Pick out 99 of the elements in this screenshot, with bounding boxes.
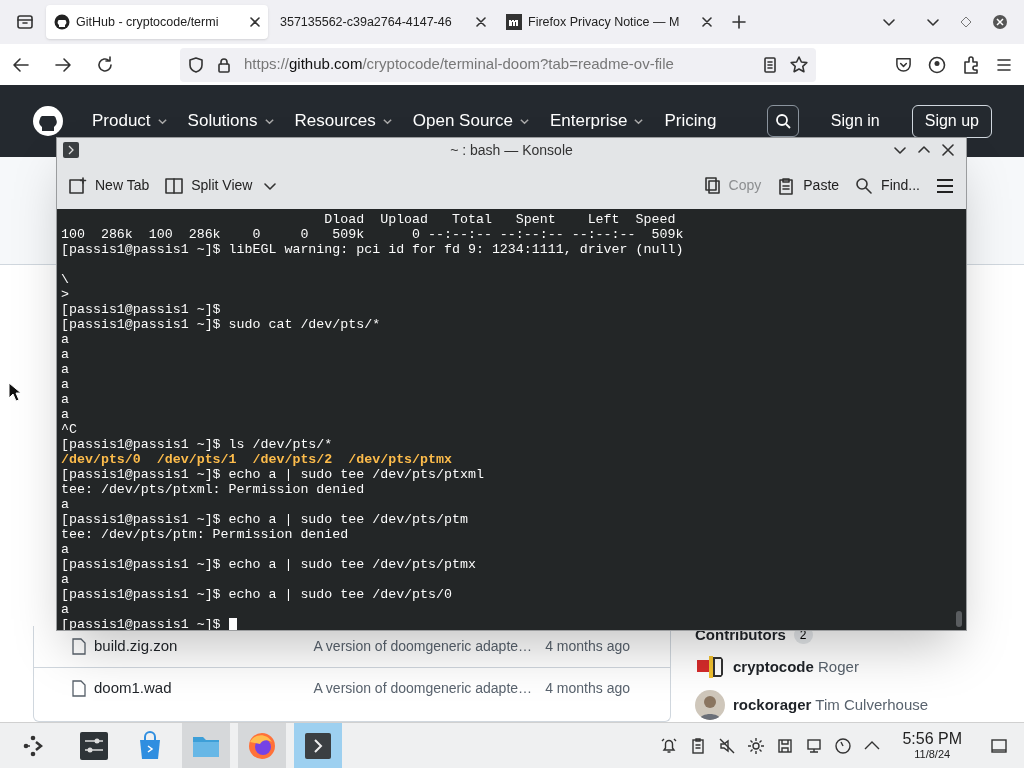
terminal-app-icon: [63, 142, 79, 158]
terminal-line: [passis1@passis1 ~]$ sudo cat /dev/pts/*: [61, 317, 382, 332]
address-bar[interactable]: https://github.com/cryptocode/terminal-doom?tab=readme-ov-file: [180, 47, 816, 82]
terminal-line: [passis1@passis1 ~]$ echo a | sudo tee /dev/pts/ptxml: [61, 467, 485, 482]
terminal-line: ^C: [61, 422, 78, 437]
terminal-line: a: [61, 572, 70, 587]
taskbar-app-button[interactable]: [294, 722, 342, 768]
notifications-icon[interactable]: [659, 736, 678, 755]
nav-link[interactable]: Pricing: [664, 108, 717, 134]
contributor-link[interactable]: cryptocode Roger: [733, 655, 859, 679]
commit-time: 4 months ago: [545, 678, 630, 698]
toolbar-button[interactable]: Split View: [165, 175, 277, 196]
minimize-icon[interactable]: [894, 144, 906, 156]
lock-icon[interactable]: [216, 56, 232, 73]
commit-message-link[interactable]: A version of doomgeneric adapte…: [313, 636, 538, 657]
network-icon[interactable]: [804, 736, 823, 755]
terminal-line: [passis1@passis1 ~]$ libEGL warning: pci id for fd 9: 1234:1111, driver (null): [61, 242, 685, 257]
terminal-line: a: [61, 362, 70, 377]
search-icon: [774, 113, 791, 129]
terminal-line: a: [61, 392, 70, 407]
muted-speaker-icon[interactable]: [717, 736, 736, 755]
nav-link[interactable]: Product: [92, 108, 168, 134]
reload-icon[interactable]: [96, 55, 114, 74]
star-icon[interactable]: [790, 55, 808, 74]
nav-link[interactable]: Resources: [294, 108, 393, 134]
m-logo-icon: [506, 14, 522, 30]
terminal-line: [passis1@passis1 ~]$ echo a | sudo tee /dev/pts/ptm: [61, 512, 469, 527]
terminal-line: tee: /dev/pts/ptxml: Permission denied: [61, 482, 366, 497]
new-tab-icon: [69, 176, 87, 195]
new-tab-icon[interactable]: [732, 15, 746, 29]
shield-icon[interactable]: [188, 56, 204, 73]
show-desktop-icon[interactable]: [990, 736, 1008, 755]
terminal-line: [passis1@passis1 ~]$: [61, 617, 222, 630]
file-icon: [72, 679, 86, 697]
terminal-line: Dload Upload Total Spent Left Speed: [323, 212, 677, 227]
toolbar-button[interactable]: Paste: [777, 175, 840, 196]
file-icon: [72, 638, 86, 655]
file-link[interactable]: doom1.wad: [94, 676, 306, 700]
terminal-line: a: [61, 497, 70, 512]
split-view-icon: [165, 176, 184, 195]
extensions-icon[interactable]: [962, 55, 980, 74]
toolbar-button[interactable]: New Tab: [69, 175, 150, 196]
terminal-line: tee: /dev/pts/ptm: Permission denied: [61, 527, 350, 542]
brightness-icon[interactable]: [746, 736, 765, 755]
terminal-line: \: [61, 272, 70, 287]
nav-link[interactable]: Enterprise: [550, 108, 645, 134]
terminal-line: 100 286k 100 286k 0 0 509k 0 --:--:-- --:--:-- --:--:-- 509k: [61, 227, 685, 242]
clock-date[interactable]: 11/8/24: [914, 749, 951, 760]
diamond-icon[interactable]: [960, 16, 972, 28]
browser-tab[interactable]: GitHub - cryptocode/termi: [46, 5, 268, 39]
search-icon: [855, 176, 874, 195]
close-icon[interactable]: [942, 144, 954, 156]
account-icon[interactable]: [928, 55, 946, 74]
pocket-icon[interactable]: [895, 56, 912, 73]
nav-link[interactable]: Open Source: [412, 108, 530, 134]
copy-icon: [702, 176, 721, 195]
window-title: ~ : bash — Konsole: [449, 140, 574, 160]
paste-icon: [777, 176, 796, 195]
maximize-icon[interactable]: [918, 144, 930, 156]
commit-time: 4 months ago: [545, 637, 630, 656]
terminal-line: [passis1@passis1 ~]$ ls /dev/pts/*: [61, 437, 334, 452]
menu-icon[interactable]: [996, 56, 1012, 73]
terminal-line: a: [61, 377, 70, 392]
url-text: https://github.com/cryptocode/terminal-doom?tab=readme-ov-file: [244, 54, 675, 75]
scrollbar-thumb[interactable]: [956, 611, 962, 627]
close-icon[interactable]: [992, 14, 1008, 30]
contributor-link[interactable]: rockorager Tim Culverhouse: [733, 693, 929, 717]
terminal-line: a: [61, 347, 70, 362]
browser-tab[interactable]: Firefox Privacy Notice — M: [498, 5, 720, 39]
terminal-line: [passis1@passis1 ~]$: [61, 302, 222, 317]
terminal-line: a: [61, 407, 70, 422]
terminal-line: /dev/pts/0 /dev/pts/1 /dev/pts/2 /dev/pts/ptmx: [61, 452, 453, 467]
mouse-cursor-icon: [8, 382, 22, 402]
terminal-line: a: [61, 602, 70, 617]
browser-tab[interactable]: 357135562-c39a2764-4147-46: [272, 5, 494, 39]
terminal-line: a: [61, 332, 70, 347]
file-link[interactable]: build.zig.zon: [94, 635, 306, 658]
settings-icon: [78, 729, 110, 762]
text-cursor: [228, 617, 237, 630]
close-icon[interactable]: [702, 17, 712, 27]
close-icon[interactable]: [250, 17, 260, 27]
toolbar-button[interactable]: Find...: [855, 175, 920, 196]
commit-message-link[interactable]: A version of doomgeneric adapte…: [313, 677, 538, 699]
sign-in-link[interactable]: Sign in: [818, 109, 892, 133]
tab-list-icon[interactable]: [16, 13, 34, 31]
nav-link[interactable]: Solutions: [187, 108, 275, 134]
section-heading: Contributors: [695, 627, 786, 643]
reader-view-icon[interactable]: [762, 56, 778, 73]
terminal-line: [passis1@passis1 ~]$ echo a | sudo tee /dev/pts/ptmx: [61, 557, 477, 572]
clock-time[interactable]: 5:56 PM: [902, 731, 962, 747]
terminal-line: a: [61, 542, 70, 557]
forward-icon[interactable]: [54, 55, 72, 74]
back-icon[interactable]: [12, 55, 30, 74]
terminal-line: [passis1@passis1 ~]$ echo a | sudo tee /dev/pts/0: [61, 587, 453, 602]
gauge-icon[interactable]: [833, 736, 852, 755]
close-icon[interactable]: [476, 17, 486, 27]
avatar: [695, 690, 725, 720]
terminal-line: >: [61, 287, 70, 302]
menu-icon[interactable]: [936, 176, 954, 195]
